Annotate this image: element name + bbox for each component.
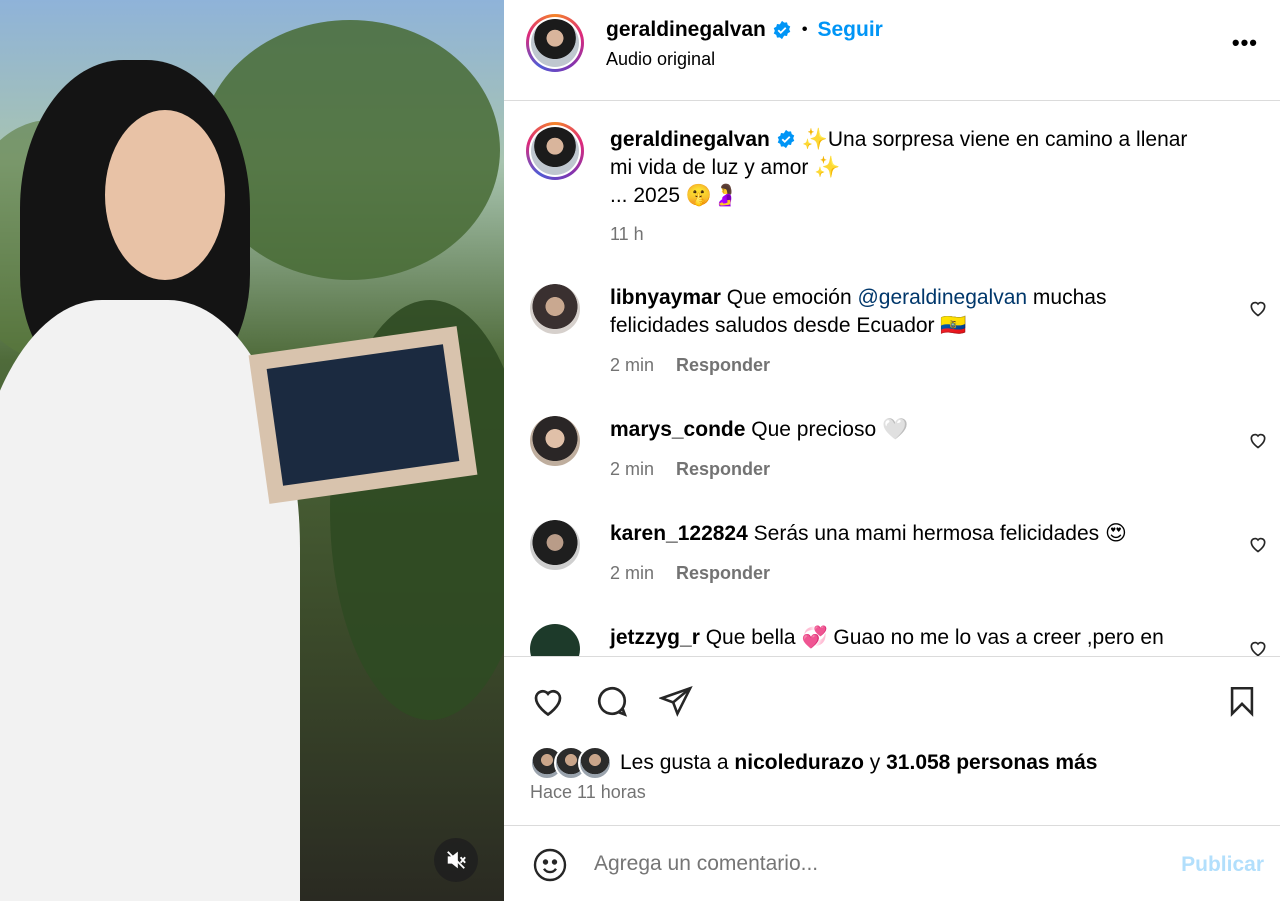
caption-line: mi vida de luz y amor ✨: [610, 156, 841, 179]
verified-icon: [777, 129, 795, 149]
caption-avatar[interactable]: [526, 122, 584, 180]
caption-time[interactable]: 11 h: [610, 224, 644, 245]
comment-text: Que emoción: [726, 286, 858, 309]
post-media-video[interactable]: [0, 0, 504, 901]
liker-avatars: [530, 746, 612, 780]
post-header: geraldinegalvan • Seguir Audio original …: [504, 0, 1280, 101]
post-actions: Les gusta a nicoledurazo y 31.058 person…: [504, 656, 1280, 826]
comment-meta: 2 min Responder: [610, 355, 770, 376]
save-button[interactable]: [1222, 681, 1262, 721]
verified-icon: [773, 20, 791, 40]
comment-username[interactable]: libnyaymar: [610, 286, 721, 309]
comment-mention[interactable]: @geraldinegalvan: [857, 286, 1027, 309]
comment-icon: [597, 686, 628, 717]
comment: marys_conde Que precioso 🤍: [610, 416, 1230, 444]
comments-list[interactable]: geraldinegalvan ✨Una sorpresa viene en c…: [504, 100, 1280, 656]
comment-avatar[interactable]: [530, 416, 580, 466]
comment: jetzzyg_r Que bella 💞 Guao no me lo vas …: [610, 624, 1230, 652]
add-comment-bar: Publicar: [504, 825, 1280, 901]
comment-avatar[interactable]: [530, 520, 580, 570]
author-avatar[interactable]: [526, 14, 584, 72]
reply-button[interactable]: Responder: [676, 563, 770, 583]
face-shape: [105, 110, 225, 280]
share-icon: [659, 686, 693, 717]
likes-count[interactable]: 31.058 personas más: [886, 751, 1097, 775]
comment-text: Que precioso 🤍: [751, 418, 909, 441]
heart-icon: [534, 689, 562, 717]
like-comment-heart-icon[interactable]: [1248, 298, 1268, 318]
comment-text: muchas: [1027, 286, 1107, 309]
post-detail-panel: geraldinegalvan • Seguir Audio original …: [504, 0, 1280, 901]
comment-time[interactable]: 2 min: [610, 355, 654, 375]
ultrasound-image: [266, 344, 460, 486]
comment-time[interactable]: 2 min: [610, 563, 654, 583]
bookmark-icon: [1230, 686, 1254, 717]
mute-icon: [447, 851, 466, 869]
likes-mid: y: [863, 751, 887, 774]
author-username[interactable]: geraldinegalvan: [606, 18, 766, 42]
liker-avatar: [578, 746, 612, 780]
comment: karen_122824 Serás una mami hermosa feli…: [610, 520, 1230, 548]
mute-button[interactable]: [434, 838, 478, 882]
comment-avatar[interactable]: [530, 284, 580, 334]
comment-text: Serás una mami hermosa felicidades 😍: [753, 522, 1127, 545]
picture-frame: [248, 326, 478, 504]
like-button[interactable]: [528, 681, 568, 721]
publish-button[interactable]: Publicar: [1181, 853, 1264, 877]
reply-button[interactable]: Responder: [676, 459, 770, 479]
comment-input[interactable]: [592, 851, 1156, 877]
likes-prefix: Les gusta a: [620, 751, 735, 774]
share-button[interactable]: [656, 681, 696, 721]
caption-line: ... 2025 🤫🤰: [610, 184, 739, 207]
post-time[interactable]: Hace 11 horas: [530, 782, 646, 803]
comment-username[interactable]: marys_conde: [610, 418, 745, 441]
comment-username[interactable]: karen_122824: [610, 522, 748, 545]
comment-avatar[interactable]: [530, 624, 580, 656]
comment-meta: 2 min Responder: [610, 459, 770, 480]
caption: geraldinegalvan ✨Una sorpresa viene en c…: [610, 126, 1250, 210]
caption-username[interactable]: geraldinegalvan: [610, 128, 770, 151]
more-options-icon[interactable]: •••: [1232, 30, 1258, 56]
reply-button[interactable]: Responder: [676, 355, 770, 375]
comment-text: Que bella 💞 Guao no me lo vas a creer ,p…: [705, 626, 1164, 649]
comment: libnyaymar Que emoción @geraldinegalvan …: [610, 284, 1230, 340]
caption-line: ✨Una sorpresa viene en camino a llenar: [801, 128, 1188, 151]
audio-label[interactable]: Audio original: [606, 49, 715, 70]
likes-user[interactable]: nicoledurazo: [734, 751, 864, 775]
emoji-icon: [533, 848, 567, 882]
like-comment-heart-icon[interactable]: [1248, 430, 1268, 450]
emoji-button[interactable]: [530, 845, 570, 885]
comment-text: felicidades saludos desde Ecuador 🇪🇨: [610, 314, 967, 337]
like-comment-heart-icon[interactable]: [1248, 534, 1268, 554]
follow-button[interactable]: Seguir: [818, 18, 883, 42]
comment-button[interactable]: [592, 681, 632, 721]
comment-meta: 2 min Responder: [610, 563, 770, 584]
comment-time[interactable]: 2 min: [610, 459, 654, 479]
like-comment-heart-icon[interactable]: [1248, 638, 1268, 656]
likes-summary: Les gusta a nicoledurazo y 31.058 person…: [530, 746, 1097, 780]
comment-username[interactable]: jetzzyg_r: [610, 626, 700, 649]
